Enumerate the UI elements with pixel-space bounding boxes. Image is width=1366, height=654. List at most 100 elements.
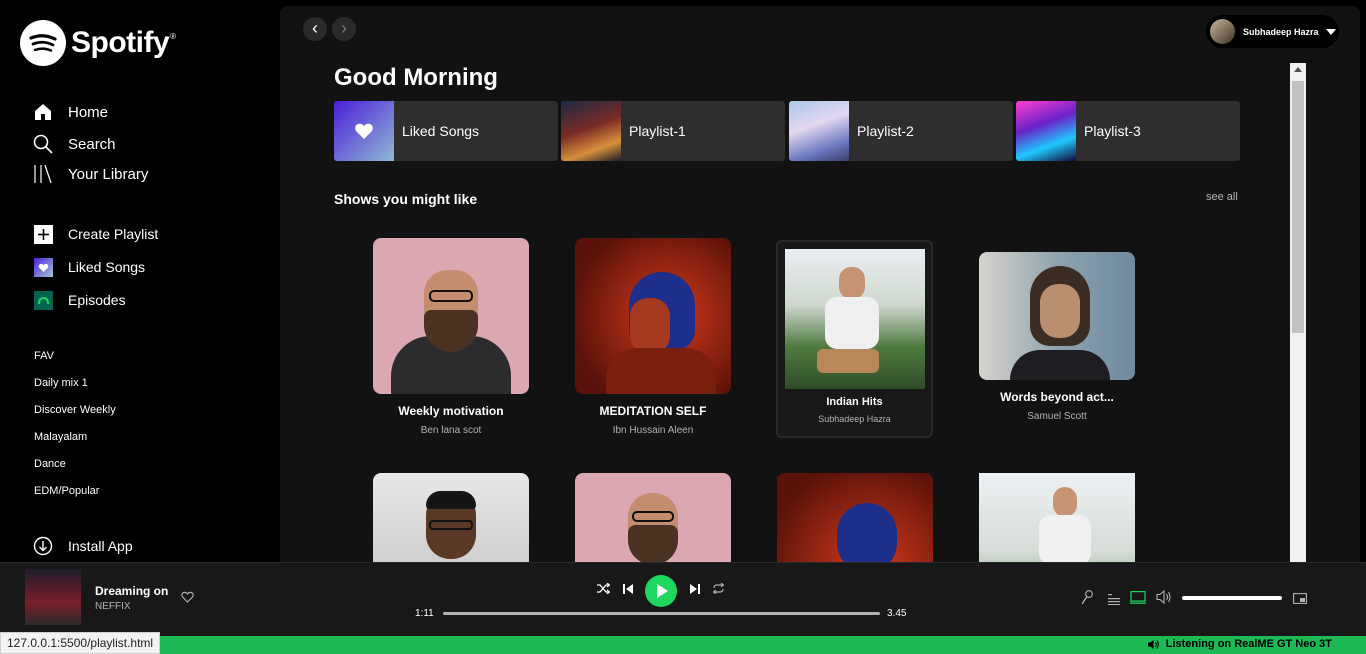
user-name: Subhadeep Hazra <box>1243 26 1319 37</box>
total-duration: 3.45 <box>887 608 907 619</box>
playlist-item[interactable]: Malayalam <box>34 431 87 443</box>
quick-link-playlist-2[interactable]: Playlist-2 <box>789 101 1013 161</box>
nav-home[interactable]: Home <box>33 102 108 122</box>
mini-player-button[interactable] <box>1293 592 1307 607</box>
progress-bar[interactable] <box>443 612 880 615</box>
user-menu[interactable]: Subhadeep Hazra <box>1206 15 1339 48</box>
show-cover <box>979 252 1135 380</box>
see-all-link[interactable]: see all <box>1206 191 1238 203</box>
nav-library-label: Your Library <box>68 165 149 183</box>
liked-songs-link[interactable]: Liked Songs <box>33 257 145 277</box>
repeat-icon <box>712 582 725 595</box>
show-card[interactable]: MEDITATION SELF Ibn Hussain Aleen <box>575 238 731 436</box>
show-title: Weekly motivation <box>398 404 504 418</box>
show-card[interactable]: Weekly motivation Ben lana scot <box>373 238 529 436</box>
show-subtitle: Subhadeep Hazra <box>818 414 891 424</box>
now-playing-artist[interactable]: NEFFIX <box>95 601 131 612</box>
quick-link-label: Liked Songs <box>402 123 480 139</box>
listening-status-bar: Listening on RealME GT Neo 3T <box>0 636 1366 654</box>
show-cover <box>575 238 731 394</box>
spotify-logo-icon <box>20 20 66 66</box>
main-content: ‹ › Subhadeep Hazra Good Morning Liked S… <box>280 6 1360 562</box>
install-app-label: Install App <box>68 538 133 554</box>
now-playing-title[interactable]: Dreaming on <box>95 584 168 598</box>
now-playing-art <box>25 569 81 625</box>
playlist-1-thumb <box>561 101 621 161</box>
playlist-item[interactable]: Dance <box>34 458 66 470</box>
shuffle-icon <box>597 582 611 595</box>
skip-forward-icon <box>690 584 700 594</box>
mute-button[interactable] <box>1156 589 1172 607</box>
volume-icon <box>1156 589 1171 605</box>
playlist-item[interactable]: EDM/Popular <box>34 485 99 497</box>
episodes-link[interactable]: Episodes <box>33 290 126 310</box>
connect-device-button[interactable] <box>1130 591 1146 607</box>
skip-back-icon <box>623 584 633 594</box>
scrollbar-thumb[interactable] <box>1292 81 1304 333</box>
show-title: Indian Hits <box>826 396 883 408</box>
show-cover <box>575 473 731 562</box>
install-app-button[interactable]: Install App <box>33 536 133 556</box>
show-card[interactable] <box>373 473 529 562</box>
home-icon <box>33 102 53 122</box>
scroll-up-arrow-icon[interactable] <box>1294 67 1302 72</box>
link-hover-url: 127.0.0.1:5500/playlist.html <box>0 632 161 654</box>
show-card[interactable] <box>979 473 1135 562</box>
like-button[interactable] <box>181 591 194 606</box>
quick-link-label: Playlist-3 <box>1084 123 1141 139</box>
nav-home-label: Home <box>68 103 109 121</box>
lyrics-button[interactable] <box>1081 590 1093 609</box>
show-title: Words beyond act... <box>1000 390 1114 404</box>
playlist-item[interactable]: Daily mix 1 <box>34 377 88 389</box>
listening-text: Listening on RealME GT Neo 3T <box>1165 638 1332 650</box>
spotify-logo[interactable]: Spotify ® <box>20 20 176 66</box>
forward-button[interactable]: › <box>332 17 356 41</box>
volume-slider[interactable] <box>1182 596 1282 600</box>
back-button[interactable]: ‹ <box>303 17 327 41</box>
playlist-item[interactable]: FAV <box>34 350 54 362</box>
show-card-highlighted[interactable]: Indian Hits Subhadeep Hazra <box>776 240 933 438</box>
listening-on-device[interactable]: Listening on RealME GT Neo 3T <box>1147 638 1332 650</box>
show-card[interactable]: Words beyond act... Samuel Scott <box>979 252 1135 422</box>
play-button[interactable] <box>645 575 677 607</box>
show-subtitle: Ben lana scot <box>420 425 482 436</box>
show-cover <box>373 473 529 562</box>
liked-songs-label: Liked Songs <box>68 259 146 275</box>
heart-icon <box>33 257 53 277</box>
previous-button[interactable] <box>623 583 633 597</box>
queue-button[interactable] <box>1108 593 1120 608</box>
create-playlist-label: Create Playlist <box>68 226 159 242</box>
show-cover <box>785 249 925 389</box>
avatar <box>1210 19 1235 44</box>
playlist-item[interactable]: Discover Weekly <box>34 404 116 416</box>
picture-in-picture-icon <box>1293 593 1307 604</box>
show-title: MEDITATION SELF <box>599 404 707 418</box>
download-icon <box>33 536 53 556</box>
microphone-icon <box>1081 590 1093 605</box>
quick-link-label: Playlist-1 <box>629 123 686 139</box>
show-cover <box>373 238 529 394</box>
nav-search[interactable]: Search <box>33 134 116 154</box>
next-button[interactable] <box>690 583 700 597</box>
shuffle-button[interactable] <box>597 582 611 597</box>
show-card[interactable] <box>575 473 731 562</box>
repeat-button[interactable] <box>712 582 725 597</box>
show-card[interactable] <box>777 473 933 562</box>
section-title: Shows you might like <box>334 191 478 207</box>
chevron-right-icon: › <box>341 18 347 38</box>
queue-icon <box>1108 594 1120 605</box>
nav-library[interactable]: Your Library <box>33 164 148 184</box>
playlist-3-thumb <box>1016 101 1076 161</box>
scrollbar[interactable] <box>1290 63 1306 562</box>
device-icon <box>1130 591 1146 604</box>
quick-link-playlist-3[interactable]: Playlist-3 <box>1016 101 1240 161</box>
quick-link-liked-songs[interactable]: Liked Songs <box>334 101 558 161</box>
speaker-icon <box>1147 639 1159 649</box>
show-subtitle: Samuel Scott <box>1027 411 1087 422</box>
player-bar: Dreaming on NEFFIX 1:11 3.45 <box>0 562 1366 636</box>
episodes-label: Episodes <box>68 292 126 308</box>
create-playlist-button[interactable]: Create Playlist <box>33 224 158 244</box>
show-subtitle: Ibn Hussain Aleen <box>612 425 694 436</box>
play-icon <box>657 584 668 598</box>
quick-link-playlist-1[interactable]: Playlist-1 <box>561 101 785 161</box>
